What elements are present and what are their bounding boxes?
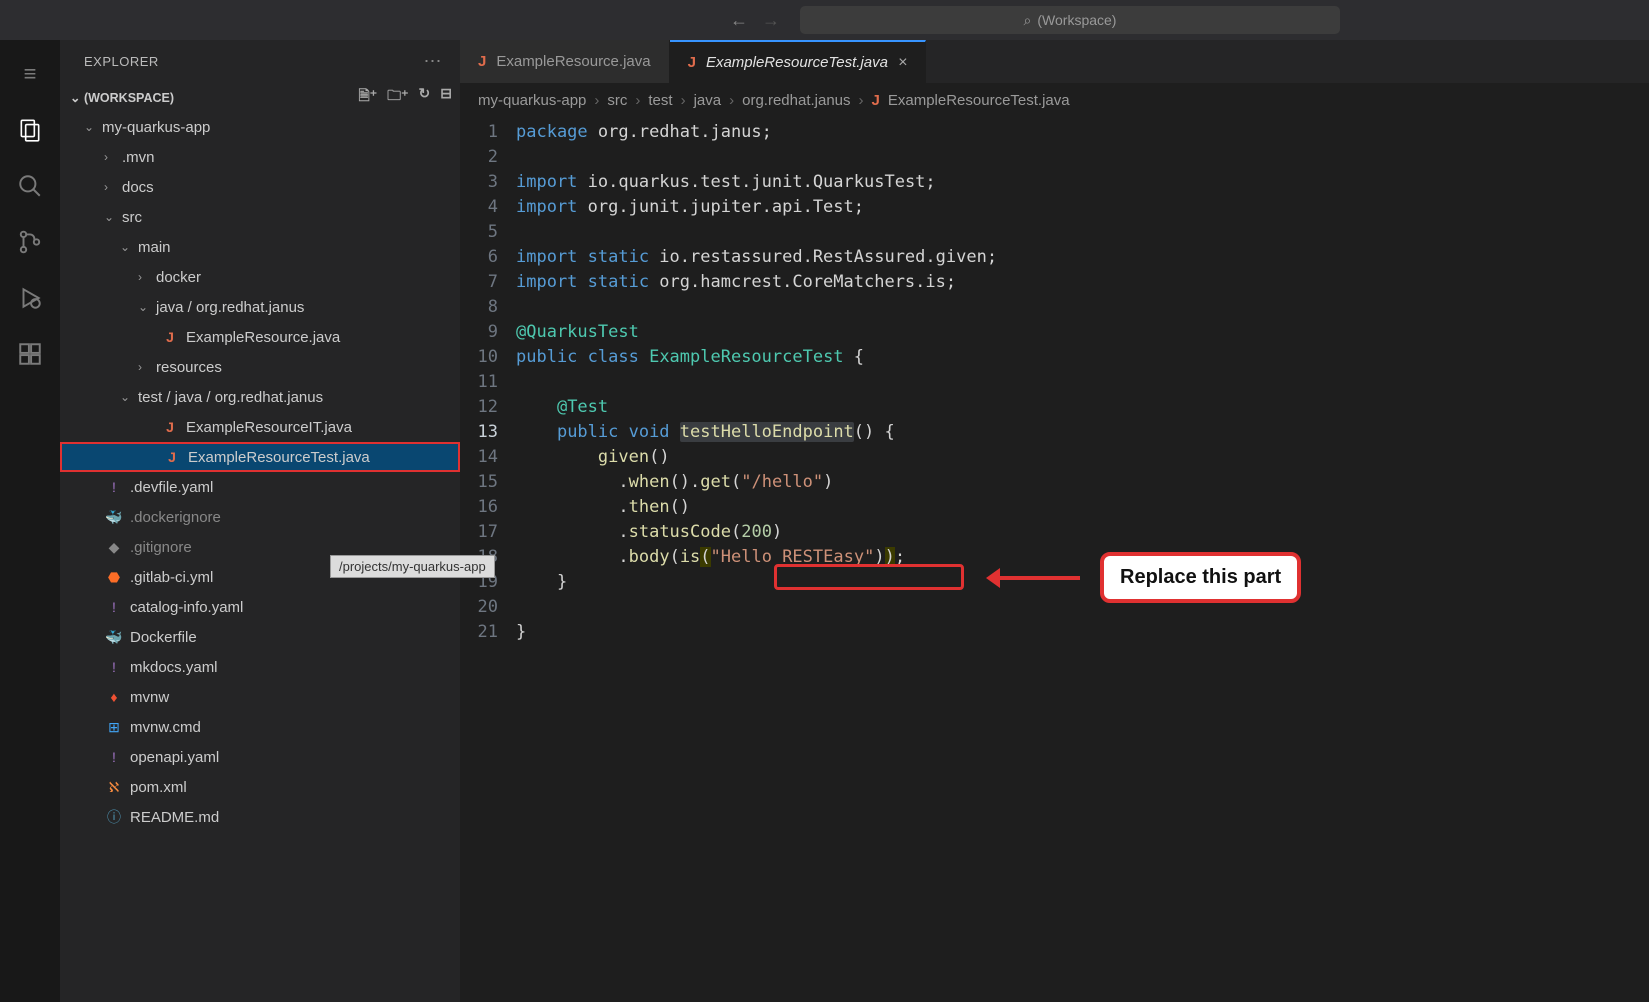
docker-icon: 🐳	[104, 509, 124, 526]
sidebar-title: EXPLORER	[84, 54, 159, 69]
tree-file[interactable]: JExampleResource.java	[60, 322, 460, 352]
tree-file[interactable]: !catalog-info.yaml	[60, 592, 460, 622]
java-icon: J	[162, 449, 182, 465]
workspace-header[interactable]: (WORKSPACE) 🗎⁺ 🗀⁺ ↻ ⊟	[60, 82, 460, 112]
java-icon: J	[160, 329, 180, 345]
file-tree: my-quarkus-app .mvn docs src main docker…	[60, 112, 460, 832]
editor: J ExampleResource.java J ExampleResource…	[460, 40, 1649, 1002]
windows-icon: ⊞	[104, 719, 124, 736]
more-icon[interactable]: ⋯	[424, 51, 443, 72]
tab-active[interactable]: J ExampleResourceTest.java ×	[670, 40, 927, 83]
tree-folder[interactable]: my-quarkus-app	[60, 112, 460, 142]
tree-folder[interactable]: .mvn	[60, 142, 460, 172]
tree-folder[interactable]: src	[60, 202, 460, 232]
docker-icon: 🐳	[104, 629, 124, 646]
refresh-icon[interactable]: ↻	[419, 85, 431, 109]
tree-folder[interactable]: java / org.redhat.janus	[60, 292, 460, 322]
tree-folder[interactable]: test / java / org.redhat.janus	[60, 382, 460, 412]
tree-file[interactable]: ♦mvnw	[60, 682, 460, 712]
tree-file[interactable]: ℵpom.xml	[60, 772, 460, 802]
tree-folder[interactable]: resources	[60, 352, 460, 382]
java-icon: J	[688, 54, 696, 71]
tree-file[interactable]: !mkdocs.yaml	[60, 652, 460, 682]
yaml-icon: !	[104, 659, 124, 675]
menu-icon[interactable]: ≡	[16, 60, 44, 88]
arrow-annotation	[990, 576, 1080, 580]
path-tooltip: /projects/my-quarkus-app	[330, 555, 495, 578]
breadcrumbs[interactable]: my-quarkus-app› src› test› java› org.red…	[460, 84, 1649, 116]
tree-file[interactable]: 🐳Dockerfile	[60, 622, 460, 652]
java-icon: J	[478, 53, 486, 70]
callout-annotation: Replace this part	[1100, 552, 1301, 603]
collapse-icon[interactable]: ⊟	[440, 85, 452, 109]
tab-inactive[interactable]: J ExampleResource.java	[460, 40, 670, 83]
git-icon: ◆	[104, 539, 124, 556]
xml-icon: ℵ	[104, 779, 124, 796]
new-folder-icon[interactable]: 🗀⁺	[387, 85, 408, 109]
info-icon: ⓘ	[104, 807, 124, 827]
nav-back-icon[interactable]: ←	[730, 10, 748, 31]
code-editor[interactable]: 123456789101112131415161718192021 packag…	[460, 116, 1649, 645]
file-icon: ♦	[104, 689, 124, 705]
titlebar: ← → ⌕ (Workspace)	[0, 0, 1649, 40]
search-input[interactable]: ⌕ (Workspace)	[800, 6, 1340, 34]
java-icon: J	[160, 419, 180, 435]
search-panel-icon[interactable]	[16, 172, 44, 200]
highlight-annotation	[774, 564, 964, 590]
tree-file[interactable]: JExampleResourceIT.java	[60, 412, 460, 442]
yaml-icon: !	[104, 479, 124, 495]
code-content[interactable]: package org.redhat.janus; import io.quar…	[516, 120, 1649, 645]
tree-folder[interactable]: docs	[60, 172, 460, 202]
tree-file[interactable]: 🐳.dockerignore	[60, 502, 460, 532]
nav-forward-icon[interactable]: →	[762, 10, 780, 31]
yaml-icon: !	[104, 599, 124, 615]
debug-icon[interactable]	[16, 284, 44, 312]
source-control-icon[interactable]	[16, 228, 44, 256]
tree-file[interactable]: !.devfile.yaml	[60, 472, 460, 502]
tree-folder[interactable]: docker	[60, 262, 460, 292]
search-icon: ⌕	[1024, 12, 1032, 29]
gitlab-icon: ⬣	[104, 569, 124, 586]
sidebar: EXPLORER ⋯ (WORKSPACE) 🗎⁺ 🗀⁺ ↻ ⊟ my-quar…	[60, 40, 460, 1002]
tree-folder[interactable]: main	[60, 232, 460, 262]
tree-file[interactable]: ⊞mvnw.cmd	[60, 712, 460, 742]
tree-file[interactable]: !openapi.yaml	[60, 742, 460, 772]
java-icon: J	[872, 92, 880, 109]
tree-file[interactable]: ⓘREADME.md	[60, 802, 460, 832]
yaml-icon: !	[104, 749, 124, 765]
editor-tabs: J ExampleResource.java J ExampleResource…	[460, 40, 1649, 84]
new-file-icon[interactable]: 🗎⁺	[358, 85, 377, 109]
activity-bar: ≡	[0, 40, 60, 1002]
explorer-icon[interactable]	[16, 116, 44, 144]
tree-file-selected[interactable]: JExampleResourceTest.java	[60, 442, 460, 472]
extensions-icon[interactable]	[16, 340, 44, 368]
close-icon[interactable]: ×	[898, 54, 907, 72]
